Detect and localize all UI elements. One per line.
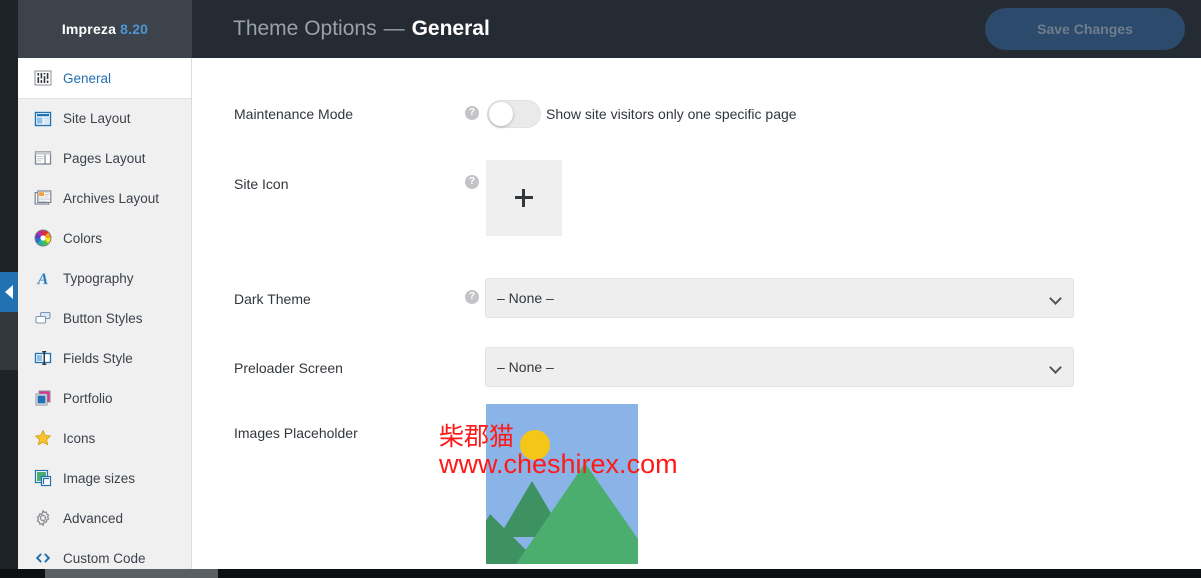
- field-images-placeholder: Images Placeholder: [193, 407, 1201, 571]
- theme-options-page: Impreza8.20 Theme Options — General Save…: [0, 0, 1201, 578]
- horizontal-scrollbar[interactable]: [0, 569, 1201, 578]
- pages-layout-icon: [34, 149, 52, 167]
- sidebar-item-label: Icons: [63, 431, 95, 446]
- sidebar-item-site-layout[interactable]: Site Layout: [18, 98, 191, 138]
- images-placeholder-preview[interactable]: [486, 404, 638, 564]
- sidebar-item-label: Pages Layout: [63, 151, 146, 166]
- sidebar-item-label: Site Layout: [63, 111, 131, 126]
- chevron-down-icon: [1049, 361, 1062, 374]
- rail-segment-top: [0, 0, 18, 272]
- placeholder-image: [486, 404, 638, 564]
- sidebar-item-label: Button Styles: [63, 311, 143, 326]
- field-dark-theme: Dark Theme ? – None –: [193, 268, 1201, 328]
- typography-icon: A: [34, 269, 52, 287]
- sidebar-item-archives-layout[interactable]: Archives Layout: [18, 178, 191, 218]
- sidebar-item-label: Custom Code: [63, 551, 146, 566]
- chevron-down-icon: [1049, 292, 1062, 305]
- brand-name: Impreza: [62, 21, 116, 37]
- options-sidebar[interactable]: General Site Layout Pages Layout Archive…: [18, 58, 192, 571]
- fields-style-icon: [34, 349, 52, 367]
- field-label: Maintenance Mode: [234, 106, 353, 122]
- select-value: – None –: [497, 348, 554, 386]
- save-changes-button[interactable]: Save Changes: [985, 8, 1185, 50]
- button-styles-icon: [34, 309, 52, 327]
- maintenance-mode-description: Show site visitors only one specific pag…: [546, 106, 797, 122]
- field-label: Images Placeholder: [234, 425, 358, 441]
- site-layout-icon: [34, 110, 52, 128]
- sidebar-item-label: Colors: [63, 231, 102, 246]
- sidebar-item-portfolio[interactable]: Portfolio: [18, 378, 191, 418]
- sidebar-collapse-handle[interactable]: [0, 272, 18, 312]
- page-title-current: General: [412, 17, 490, 41]
- rail-segment-mid: [0, 312, 18, 370]
- sidebar-item-colors[interactable]: Colors: [18, 218, 191, 258]
- color-wheel-icon: [34, 229, 52, 247]
- page-title-prefix: Theme Options: [233, 17, 377, 41]
- dark-theme-select[interactable]: – None –: [485, 278, 1074, 318]
- page-title-separator: —: [384, 17, 405, 41]
- plus-icon: [515, 189, 533, 207]
- sidebar-item-label: Archives Layout: [63, 191, 159, 206]
- sidebar-item-general[interactable]: General: [18, 58, 191, 98]
- sidebar-item-label: General: [63, 71, 111, 86]
- field-preloader-screen: Preloader Screen – None –: [193, 337, 1201, 397]
- help-icon[interactable]: ?: [465, 106, 479, 120]
- help-icon[interactable]: ?: [465, 175, 479, 189]
- image-sizes-icon: [34, 469, 52, 487]
- help-icon[interactable]: ?: [465, 290, 479, 304]
- brand-version: 8.20: [120, 21, 148, 37]
- sidebar-item-label: Typography: [63, 271, 134, 286]
- sidebar-item-label: Portfolio: [63, 391, 113, 406]
- field-label: Preloader Screen: [234, 360, 343, 376]
- field-maintenance-mode: Maintenance Mode ? Show site visitors on…: [193, 58, 1201, 128]
- field-label: Site Icon: [234, 176, 288, 192]
- sidebar-item-typography[interactable]: A Typography: [18, 258, 191, 298]
- sidebar-item-pages-layout[interactable]: Pages Layout: [18, 138, 191, 178]
- options-panel: Maintenance Mode ? Show site visitors on…: [193, 58, 1201, 571]
- rail-segment-bottom: [0, 370, 18, 578]
- toggle-knob: [489, 102, 513, 126]
- archives-layout-icon: [34, 189, 52, 207]
- scrollbar-thumb[interactable]: [45, 569, 218, 578]
- sidebar-item-label: Image sizes: [63, 471, 135, 486]
- code-brackets-icon: [34, 549, 52, 567]
- svg-text:A: A: [37, 271, 49, 287]
- equalizer-icon: [34, 69, 52, 87]
- sidebar-item-label: Advanced: [63, 511, 123, 526]
- preloader-screen-select[interactable]: – None –: [485, 347, 1074, 387]
- sidebar-item-advanced[interactable]: Advanced: [18, 498, 191, 538]
- top-bar: Theme Options — General Save Changes: [192, 0, 1201, 58]
- sidebar-item-custom-code[interactable]: Custom Code: [18, 538, 191, 571]
- portfolio-icon: [34, 389, 52, 407]
- star-icon: [34, 429, 52, 447]
- field-site-icon: Site Icon ?: [193, 152, 1201, 262]
- field-label: Dark Theme: [234, 291, 311, 307]
- gear-icon: [34, 509, 52, 527]
- page-title: Theme Options — General: [233, 0, 490, 58]
- select-value: – None –: [497, 279, 554, 317]
- sidebar-item-button-styles[interactable]: Button Styles: [18, 298, 191, 338]
- site-icon-upload-button[interactable]: [486, 160, 562, 236]
- sidebar-item-icons[interactable]: Icons: [18, 418, 191, 458]
- sidebar-item-label: Fields Style: [63, 351, 133, 366]
- sidebar-item-fields-style[interactable]: Fields Style: [18, 338, 191, 378]
- chevron-left-icon: [5, 285, 13, 299]
- brand-logo: Impreza8.20: [18, 0, 192, 58]
- maintenance-mode-toggle[interactable]: [487, 100, 541, 128]
- sidebar-item-image-sizes[interactable]: Image sizes: [18, 458, 191, 498]
